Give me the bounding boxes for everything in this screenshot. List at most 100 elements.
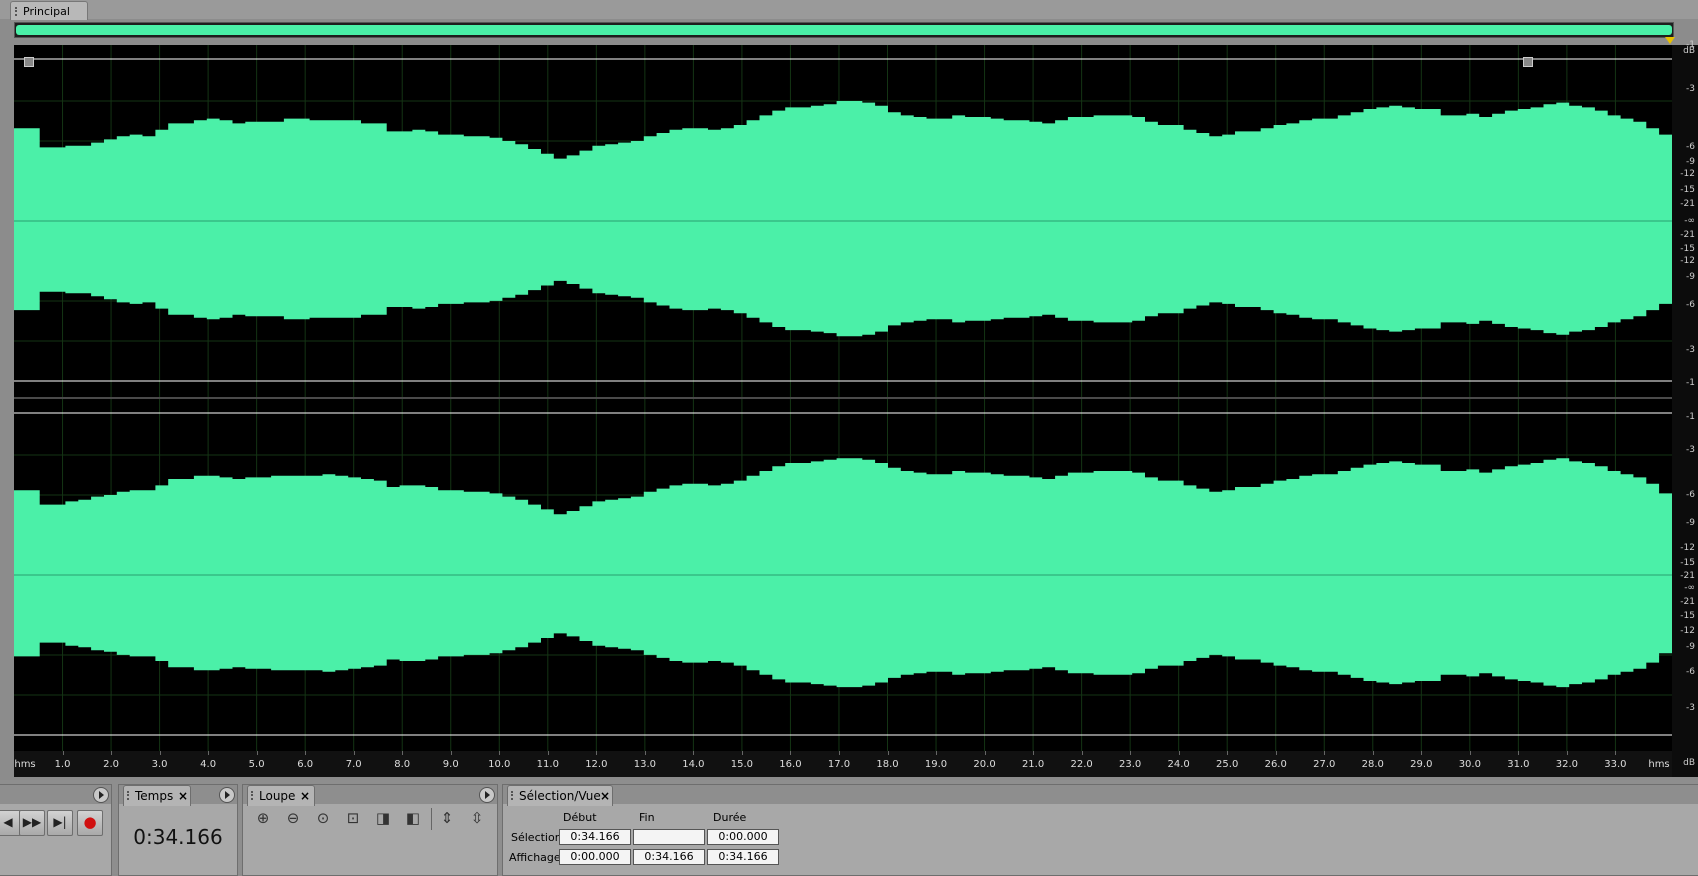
channel-right-waveform-shape <box>14 458 1672 688</box>
channel-right[interactable] <box>14 399 1672 751</box>
transport-menu-button[interactable] <box>93 787 109 803</box>
waveform-display[interactable]: hms hms 1.0 2.0 3.0 4.0 5.0 6.0 7.0 8.0 9.0 10.0 1… <box>14 45 1672 777</box>
prev-button[interactable]: ◀ <box>0 810 21 836</box>
zoom-out-full-icon: ⊙ <box>316 809 330 827</box>
selection-view-panel: Sélection/Vue × Début Fin Durée Sélectio… <box>502 784 1698 876</box>
time-tick-mark <box>256 751 258 755</box>
tab-temps-label: Temps <box>135 789 174 803</box>
time-tick-label: 24.0 <box>1167 759 1190 770</box>
db-label-right-channel: -9 <box>1686 642 1695 652</box>
tab-grip-icon[interactable] <box>15 7 20 16</box>
time-tick-label: 1.0 <box>54 759 71 770</box>
time-tick-mark <box>305 751 307 755</box>
tab-principal[interactable]: Principal <box>10 1 88 20</box>
db-label-left-channel: -15 <box>1680 185 1695 195</box>
time-tick-label: 31.0 <box>1507 759 1530 770</box>
tab-loupe[interactable]: Loupe × <box>247 785 315 806</box>
time-tick-mark <box>1566 751 1568 755</box>
tab-temps[interactable]: Temps × <box>123 785 191 806</box>
skip-end-icon: ▶| <box>53 815 67 829</box>
close-icon[interactable]: × <box>300 789 310 803</box>
prev-icon: ◀ <box>3 815 13 829</box>
time-tick-mark <box>1372 751 1374 755</box>
zoom-out-vertical-button[interactable]: ⇳ <box>465 806 489 830</box>
document-tab-bar: Principal <box>0 0 1698 20</box>
zoom-right-edge-icon: ◧ <box>405 809 421 827</box>
zoom-selection-button[interactable]: ⊡ <box>341 806 365 830</box>
db-label-right-channel: -3 <box>1686 703 1695 713</box>
toolbar-divider <box>431 808 432 830</box>
record-button[interactable]: ● <box>77 810 103 836</box>
view-start-field[interactable]: 0:00.000 <box>559 849 631 865</box>
time-panel: Temps × 0:34.166 <box>118 784 238 876</box>
time-tick-label: 15.0 <box>730 759 754 770</box>
zoom-panel: Loupe × ⊕ ⊖ ⊙ ⊡ ◨ ◧ ⇕ ⇳ <box>242 784 498 876</box>
time-tick-label: 19.0 <box>924 759 948 770</box>
zoom-out-vertical-icon: ⇳ <box>470 809 484 827</box>
db-label-left-channel: -∞ <box>1684 216 1695 226</box>
db-label-left-channel: -12 <box>1680 256 1695 266</box>
time-tick-mark <box>1469 751 1471 755</box>
time-tick-label: 13.0 <box>633 759 656 770</box>
tab-grip-icon[interactable] <box>511 791 516 800</box>
zoom-menu-button[interactable] <box>479 787 495 803</box>
tab-selection-vue[interactable]: Sélection/Vue × <box>507 785 613 806</box>
selection-end-field[interactable] <box>633 829 705 845</box>
time-tick-label: 5.0 <box>248 759 265 770</box>
db-label-right-channel: -6 <box>1686 667 1695 677</box>
tab-grip-icon[interactable] <box>127 791 132 800</box>
channel-left-waveform-shape <box>14 101 1672 337</box>
fade-in-handle-icon[interactable] <box>24 57 34 67</box>
time-tick-mark <box>1615 751 1617 755</box>
db-label-left-channel: -3 <box>1686 345 1695 355</box>
column-start-label: Début <box>563 811 597 824</box>
time-menu-button[interactable] <box>219 787 235 803</box>
time-tick-mark <box>547 751 549 755</box>
time-tick-label: 29.0 <box>1410 759 1433 770</box>
zoom-right-edge-button[interactable]: ◧ <box>401 806 425 830</box>
db-label-left-channel: -9 <box>1686 272 1695 282</box>
skip-end-button[interactable]: ▶| <box>47 810 73 836</box>
time-tick-label: 4.0 <box>200 759 217 770</box>
time-tick-label: 8.0 <box>394 759 411 770</box>
zoom-in-vertical-button[interactable]: ⇕ <box>435 806 459 830</box>
close-icon[interactable]: × <box>178 789 188 803</box>
time-unit-right: hms <box>1648 759 1670 770</box>
zoom-out-amplitude-icon: ⊖ <box>286 809 300 827</box>
record-icon: ● <box>83 813 97 831</box>
overview-bar[interactable] <box>14 22 1674 38</box>
time-tick-label: 2.0 <box>103 759 119 770</box>
time-tick-mark <box>208 751 210 755</box>
zoom-out-amplitude-button[interactable]: ⊖ <box>281 806 305 830</box>
selection-duration-field[interactable]: 0:00.000 <box>707 829 779 845</box>
db-label-left-channel: -6 <box>1686 300 1695 310</box>
close-icon[interactable]: × <box>600 789 610 803</box>
zoom-left-edge-button[interactable]: ◨ <box>371 806 395 830</box>
channel-left[interactable] <box>14 45 1672 397</box>
db-label-right-channel: -12 <box>1680 626 1695 636</box>
time-tick-mark <box>450 751 452 755</box>
time-tick-label: 32.0 <box>1555 759 1579 770</box>
fade-out-handle-icon[interactable] <box>1523 57 1533 67</box>
fast-forward-icon: ▶▶ <box>22 815 42 829</box>
zoom-in-amplitude-button[interactable]: ⊕ <box>251 806 275 830</box>
db-label-left-channel: -1 <box>1686 378 1695 388</box>
time-tick-mark <box>402 751 404 755</box>
selection-start-field[interactable]: 0:34.166 <box>559 829 631 845</box>
db-scale: dB dB -1 -3 -6 -9 -12 -15 -21 -∞ -21 -15 -12 -9 -6 -3… <box>1672 40 1698 777</box>
zoom-out-full-button[interactable]: ⊙ <box>311 806 335 830</box>
fast-forward-button[interactable]: ▶▶ <box>19 810 45 836</box>
overview-range[interactable] <box>16 25 1672 35</box>
tab-grip-icon[interactable] <box>251 791 256 800</box>
db-label-right-channel: -∞ <box>1684 583 1695 593</box>
time-tick-mark <box>1518 751 1520 755</box>
time-tick-mark <box>1421 751 1423 755</box>
view-end-field[interactable]: 0:34.166 <box>633 849 705 865</box>
time-unit-left: hms <box>14 759 36 770</box>
time-tick-label: 21.0 <box>1021 759 1045 770</box>
playhead-marker-icon[interactable] <box>1665 37 1675 44</box>
time-ruler[interactable]: hms hms 1.0 2.0 3.0 4.0 5.0 6.0 7.0 8.0 9.0 10.0 1… <box>14 751 1672 777</box>
time-tick-mark <box>644 751 646 755</box>
view-duration-field[interactable]: 0:34.166 <box>707 849 779 865</box>
time-tick-mark <box>741 751 743 755</box>
